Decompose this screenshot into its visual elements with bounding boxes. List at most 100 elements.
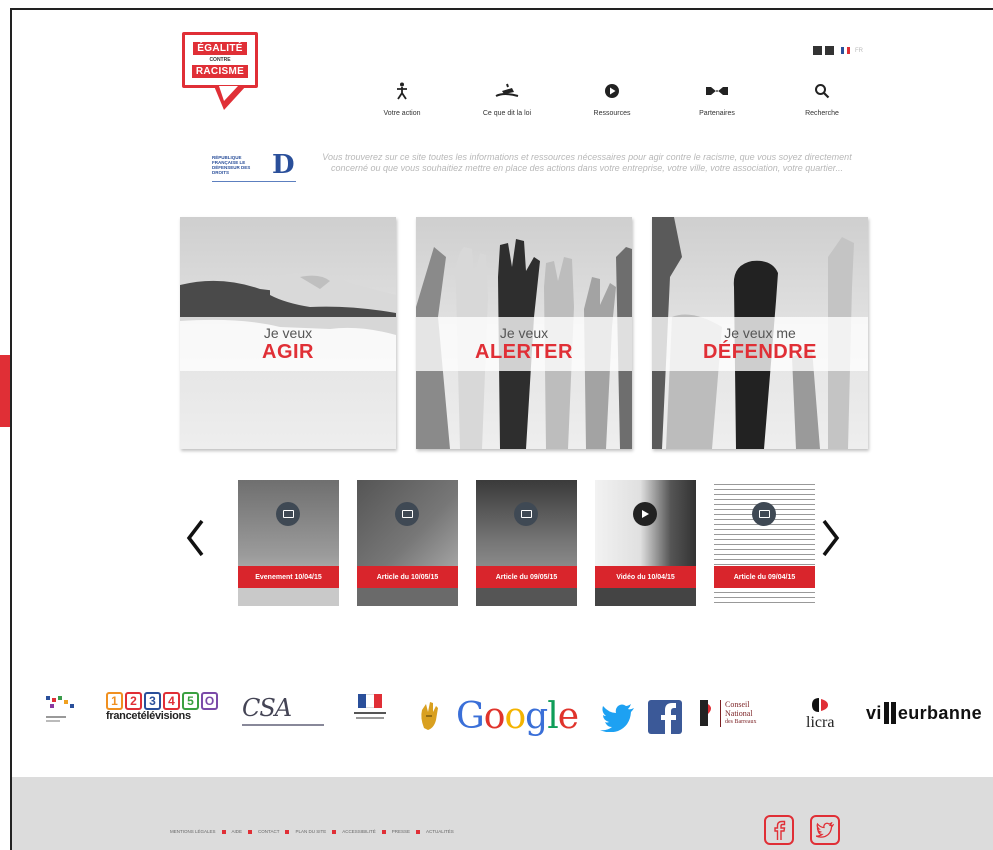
main-nav: Votre action Ce que dit la loi Ressource… xyxy=(357,82,867,117)
partner-logo-villeurbanne[interactable]: vi eurbanne xyxy=(866,702,982,724)
intro-text: Vous trouverez sur ce site toutes les in… xyxy=(322,152,852,173)
footer-separator xyxy=(381,829,386,834)
site-logo[interactable]: ÉGALITÉ CONTRE RACISME xyxy=(182,32,258,88)
chevron-left-icon xyxy=(186,519,204,557)
partner-logo-hand[interactable] xyxy=(416,698,442,732)
carousel-item[interactable]: Article du 09/05/15 xyxy=(476,480,577,606)
footer-link-contact[interactable]: CONTACT xyxy=(258,829,279,834)
ftv-channel-boxes: 1 2 3 4 5 O xyxy=(106,692,218,710)
person-walking-icon xyxy=(394,82,410,100)
logo-line-1: ÉGALITÉ xyxy=(193,42,247,55)
ftv-box-4: 4 xyxy=(163,692,180,710)
footer-link-presse[interactable]: PRESSE xyxy=(392,829,410,834)
hero-small-text: Je veux xyxy=(263,324,313,341)
hero-card-alerter[interactable]: Je veux ALERTER xyxy=(416,217,632,449)
hero-small-text: Je veux xyxy=(499,324,549,341)
nav-label: Votre action xyxy=(383,110,421,117)
twitter-icon xyxy=(816,822,834,838)
carousel-item-label: Vidéo du 10/04/15 xyxy=(595,566,696,588)
defenseur-des-droits-logo[interactable]: RÉPUBLIQUE FRANÇAISE LE DÉFENSEUR DES DR… xyxy=(212,148,296,182)
facebook-logo-icon xyxy=(648,700,682,734)
side-red-marker xyxy=(0,355,10,427)
partner-logo-twitter[interactable] xyxy=(600,704,636,732)
nav-recherche[interactable]: Recherche xyxy=(777,82,867,117)
calendar-icon xyxy=(276,502,300,526)
footer-link-aide[interactable]: AIDE xyxy=(232,829,243,834)
footer-separator xyxy=(221,829,226,834)
nav-ce-que-dit-la-loi[interactable]: Ce que dit la loi xyxy=(462,82,552,117)
footer-separator xyxy=(332,829,337,834)
contrast-icon[interactable] xyxy=(825,46,834,55)
hero-card-defendre[interactable]: Je veux me DÉFENDRE xyxy=(652,217,868,449)
chevron-right-icon xyxy=(822,519,840,557)
language-label[interactable]: FR xyxy=(855,48,863,54)
nav-votre-action[interactable]: Votre action xyxy=(357,82,447,117)
footer-link-mentions[interactable]: MENTIONS LÉGALES xyxy=(170,829,216,834)
carousel-item[interactable]: Article du 10/05/15 xyxy=(357,480,458,606)
thumb-bottom xyxy=(714,588,815,606)
footer-link-actualites[interactable]: ACTUALITÉS xyxy=(426,829,454,834)
play-circle-icon xyxy=(604,82,620,100)
ftv-text: francetélévisions xyxy=(106,710,191,722)
play-icon xyxy=(633,502,657,526)
site-footer: MENTIONS LÉGALES AIDE CONTACT PLAN DU SI… xyxy=(12,777,993,850)
carousel-prev-button[interactable] xyxy=(184,518,206,558)
partner-logo-conseil-national[interactable]: Conseil National des Barreaux xyxy=(696,698,757,728)
nav-partenaires[interactable]: Partenaires xyxy=(672,82,762,117)
twitter-bird-icon xyxy=(600,704,634,732)
hero-small-text: Je veux me xyxy=(724,324,796,341)
carousel-item[interactable]: Evenement 10/04/15 xyxy=(238,480,339,606)
csa-text: CSA xyxy=(242,694,292,722)
villeurbanne-pre: vi xyxy=(866,702,882,723)
partner-logo-france-televisions[interactable]: 1 2 3 4 5 O francetélévisions xyxy=(106,692,218,722)
partner-logo-csa[interactable]: CSA xyxy=(242,694,324,726)
search-icon xyxy=(814,82,830,100)
thumb-bottom xyxy=(238,588,339,606)
carousel-next-button[interactable] xyxy=(820,518,842,558)
hero-card-agir[interactable]: Je veux AGIR xyxy=(180,217,396,449)
carousel-item[interactable]: Vidéo du 10/04/15 xyxy=(595,480,696,606)
document-icon xyxy=(514,502,538,526)
nav-label: Recherche xyxy=(805,110,839,117)
ftv-box-o: O xyxy=(201,692,218,710)
footer-separator xyxy=(416,829,420,834)
licra-text: licra xyxy=(806,714,835,731)
partner-logo-licra[interactable]: licra xyxy=(806,696,834,732)
accessibility-icon[interactable] xyxy=(813,46,822,55)
partner-logo-facebook[interactable] xyxy=(648,700,682,734)
nav-label: Ressources xyxy=(593,110,631,117)
hero-band: Je veux AGIR xyxy=(180,317,396,371)
carousel-item-label: Evenement 10/04/15 xyxy=(238,566,339,588)
carousel-item-label: Article du 09/04/15 xyxy=(714,566,815,588)
partners-bar: 1 2 3 4 5 O francetélévisions CSA Google… xyxy=(46,690,993,740)
thumb-bottom xyxy=(357,588,458,606)
news-carousel: Evenement 10/04/15 Article du 10/05/15 A… xyxy=(238,480,815,606)
footer-links: MENTIONS LÉGALES AIDE CONTACT PLAN DU SI… xyxy=(170,829,454,834)
logo-speech-tail-inner xyxy=(219,86,238,101)
carousel-item[interactable]: Article du 09/04/15 xyxy=(714,480,815,606)
partner-logo-dots[interactable] xyxy=(44,694,78,726)
villeurbanne-bars-icon xyxy=(883,702,896,724)
licra-logo-icon xyxy=(812,698,829,712)
footer-twitter-button[interactable] xyxy=(810,815,840,845)
nav-ressources[interactable]: Ressources xyxy=(567,82,657,117)
footer-link-plan[interactable]: PLAN DU SITE xyxy=(295,829,326,834)
partner-logo-republique[interactable] xyxy=(354,694,386,719)
cn-line: National xyxy=(725,708,753,718)
language-switcher[interactable]: FR xyxy=(813,46,863,55)
republique-flag-icon xyxy=(358,694,382,708)
document-icon xyxy=(395,502,419,526)
republique-line-icon xyxy=(354,712,386,714)
carousel-item-label: Article du 09/05/15 xyxy=(476,566,577,588)
partner-logo-google[interactable]: Google xyxy=(456,696,579,737)
logo-line-2: CONTRE xyxy=(209,57,231,63)
hero-big-text: DÉFENDRE xyxy=(702,340,817,363)
ftv-box-5: 5 xyxy=(182,692,199,710)
french-flag-icon[interactable] xyxy=(841,47,850,54)
footer-link-accessibilite[interactable]: ACCESSIBILITÉ xyxy=(342,829,376,834)
csa-underline xyxy=(242,724,324,726)
villeurbanne-text: vi eurbanne xyxy=(866,702,982,724)
footer-facebook-button[interactable] xyxy=(764,815,794,845)
dots-logo-icon xyxy=(46,696,74,722)
nav-label: Ce que dit la loi xyxy=(482,110,532,117)
